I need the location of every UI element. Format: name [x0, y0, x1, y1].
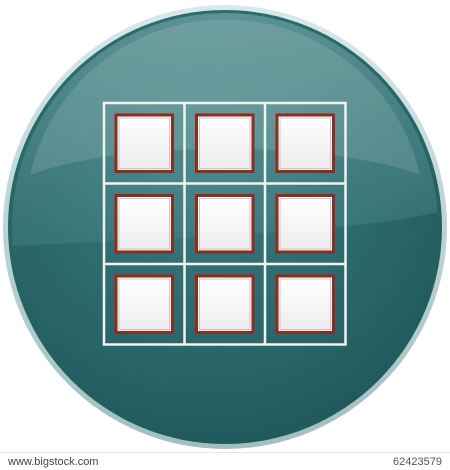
- grid-tile: [114, 194, 174, 254]
- grid-tile: [195, 274, 255, 334]
- grid-tile: [195, 113, 255, 173]
- watermark-bar: www.bigstock.com 62423579: [0, 452, 450, 470]
- grid-tile: [275, 113, 335, 173]
- grid-tile: [275, 194, 335, 254]
- grid-tile: [195, 194, 255, 254]
- grid-tile: [114, 274, 174, 334]
- grid-button[interactable]: [0, 0, 450, 470]
- watermark-site: www.bigstock.com: [8, 455, 99, 468]
- grid-icon: [102, 101, 347, 346]
- grid-tile: [275, 274, 335, 334]
- watermark-id: 62423579: [393, 455, 442, 468]
- grid-tile: [114, 113, 174, 173]
